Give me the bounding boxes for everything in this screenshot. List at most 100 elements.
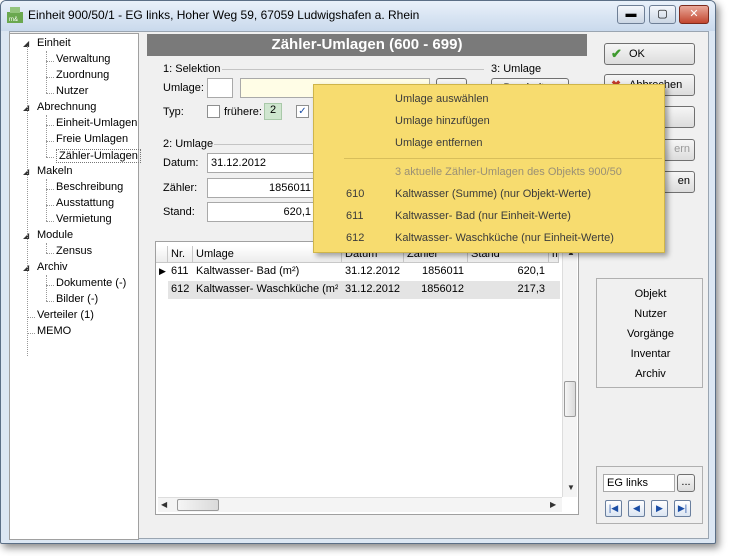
table-cell[interactable]: 217,3 (471, 281, 545, 299)
umlage3-group-label: 3: Umlage (491, 63, 542, 75)
tree-item[interactable]: Zensus (56, 245, 92, 257)
grid-horizontal-scrollbar[interactable]: ◀ ▶ (158, 497, 562, 512)
popup-item-number[interactable]: 611 (346, 210, 364, 222)
table-cell[interactable]: 611 (171, 263, 189, 281)
fruehere-checkbox[interactable] (207, 105, 220, 118)
check-icon: ✔ (611, 46, 622, 61)
zaehler-label: Zähler: (163, 182, 198, 194)
related-link[interactable]: Vorgänge (597, 328, 704, 340)
tree-item[interactable]: Dokumente (-) (56, 277, 126, 289)
tree-item[interactable]: Ausstattung (56, 197, 114, 209)
tree-item[interactable]: MEMO (37, 325, 71, 337)
ok-button[interactable]: ✔ OK (604, 43, 695, 65)
tree-connector (27, 46, 28, 356)
table-cell[interactable]: 612 (171, 281, 189, 299)
popup-action-item[interactable]: Umlage auswählen (395, 93, 489, 105)
popup-action-item[interactable]: Umlage hinzufügen (395, 115, 490, 127)
popup-umlage-item[interactable]: Kaltwasser- Bad (nur Einheit-Werte) (395, 210, 571, 222)
tree-item[interactable]: Module (37, 229, 73, 241)
tree-connector (46, 51, 47, 93)
tree-item[interactable]: Abrechnung (37, 101, 96, 113)
table-cell[interactable]: 620,1 (471, 263, 545, 281)
record-browse-button[interactable]: ... (677, 474, 695, 492)
close-button[interactable]: ✕ (679, 5, 709, 24)
tree-connector (46, 77, 54, 78)
grid-vertical-scrollbar[interactable]: ▲ ▼ (562, 245, 577, 497)
typ-label: Typ: (163, 106, 184, 118)
related-links-panel: Objekt Nutzer Vorgänge Inventar Archiv (596, 278, 703, 388)
tree-connector (46, 189, 54, 190)
first-record-button[interactable]: |◀ (605, 500, 622, 517)
tree-connector (27, 333, 35, 334)
tree-connector (46, 115, 47, 157)
tree-connector (46, 275, 47, 301)
datum-field[interactable]: 31.12.2012 (207, 153, 315, 173)
maximize-button[interactable]: ▢ (649, 5, 676, 24)
related-link[interactable]: Archiv (597, 368, 704, 380)
svg-text:m&: m& (9, 17, 18, 23)
tree-connector (46, 301, 54, 302)
popup-item-number[interactable]: 610 (346, 188, 364, 200)
related-link[interactable]: Inventar (597, 348, 704, 360)
tree-item[interactable]: Zuordnung (56, 69, 109, 81)
zaehler-field[interactable]: 1856011 (207, 178, 315, 198)
tree-connector (46, 285, 54, 286)
popup-action-item[interactable]: Umlage entfernen (395, 137, 482, 149)
tree-item[interactable]: Einheit-Umlagen (56, 117, 137, 129)
tree-connector (46, 141, 54, 142)
hscroll-thumb[interactable] (177, 499, 219, 511)
grid-row-indicator-header (156, 246, 168, 263)
app-icon: m& (7, 7, 23, 23)
table-cell[interactable]: Kaltwasser- Waschküche (m²) (196, 281, 338, 299)
umlage-number-field[interactable] (207, 78, 233, 98)
popup-info-text: 3 aktuelle Zähler-Umlagen des Objekts 90… (395, 166, 622, 178)
type-option-checkbox[interactable]: ✓ (296, 105, 309, 118)
last-record-button[interactable]: ▶| (674, 500, 691, 517)
minimize-button[interactable]: ▬ (617, 5, 645, 24)
window-title: Einheit 900/50/1 - EG links, Hoher Weg 5… (28, 8, 420, 22)
record-field[interactable]: EG links (603, 474, 675, 492)
tree-item[interactable]: Freie Umlagen (56, 133, 128, 145)
tree-item[interactable]: Beschreibung (56, 181, 123, 193)
tree-connector (46, 61, 54, 62)
table-cell[interactable]: 1856011 (407, 263, 464, 281)
tree-item[interactable]: Vermietung (56, 213, 112, 225)
umlage-group-label: 2: Umlage (163, 138, 214, 150)
table-cell[interactable]: Kaltwasser- Bad (m²) (196, 263, 338, 281)
stand-field[interactable]: 620,1 (207, 202, 315, 222)
scroll-down-icon[interactable]: ▼ (567, 483, 575, 492)
table-cell[interactable]: 31.12.2012 (345, 281, 400, 299)
tree-connector (46, 205, 54, 206)
tree-connector (46, 157, 54, 158)
umlagen-grid: Nr.UmlageDatumZählerStandm▶611Kaltwasser… (155, 241, 579, 515)
scroll-left-icon[interactable]: ◀ (161, 500, 167, 509)
tree-item[interactable]: Verwaltung (56, 53, 110, 65)
tree-item[interactable]: Makeln (37, 165, 72, 177)
navigation-tree: ◢ Einheit Verwaltung Zuordnung Nutzer ◢ Abrech… (9, 33, 141, 540)
table-cell[interactable]: 1856012 (407, 281, 464, 299)
tree-item[interactable]: Verteiler (1) (37, 309, 94, 321)
previous-record-button[interactable]: ◀ (628, 500, 645, 517)
tree-item[interactable]: Bilder (-) (56, 293, 98, 305)
tree-item[interactable]: Zähler-Umlagen (56, 149, 141, 163)
tree-connector (46, 93, 54, 94)
datum-label: Datum: (163, 157, 199, 169)
popup-umlage-item[interactable]: Kaltwasser (Summe) (nur Objekt-Werte) (395, 188, 591, 200)
scroll-right-icon[interactable]: ▶ (550, 500, 556, 509)
tree-item[interactable]: Einheit (37, 37, 71, 49)
related-link[interactable]: Objekt (597, 288, 704, 300)
table-cell[interactable]: 31.12.2012 (345, 263, 400, 281)
tree-connector (46, 243, 47, 253)
title-bar: m& Einheit 900/50/1 - EG links, Hoher We… (1, 1, 715, 31)
popup-item-number[interactable]: 612 (346, 232, 364, 244)
tree-item[interactable]: Archiv (37, 261, 68, 273)
scroll-thumb[interactable] (564, 381, 576, 417)
next-record-button[interactable]: ▶ (651, 500, 668, 517)
tree-item[interactable]: Nutzer (56, 85, 88, 97)
popup-separator (344, 158, 662, 159)
umlage-group-divider (214, 144, 312, 145)
related-link[interactable]: Nutzer (597, 308, 704, 320)
popup-umlage-item[interactable]: Kaltwasser- Waschküche (nur Einheit-Wert… (395, 232, 614, 244)
tree-connector (46, 253, 54, 254)
column-header[interactable]: Nr. (168, 246, 193, 263)
